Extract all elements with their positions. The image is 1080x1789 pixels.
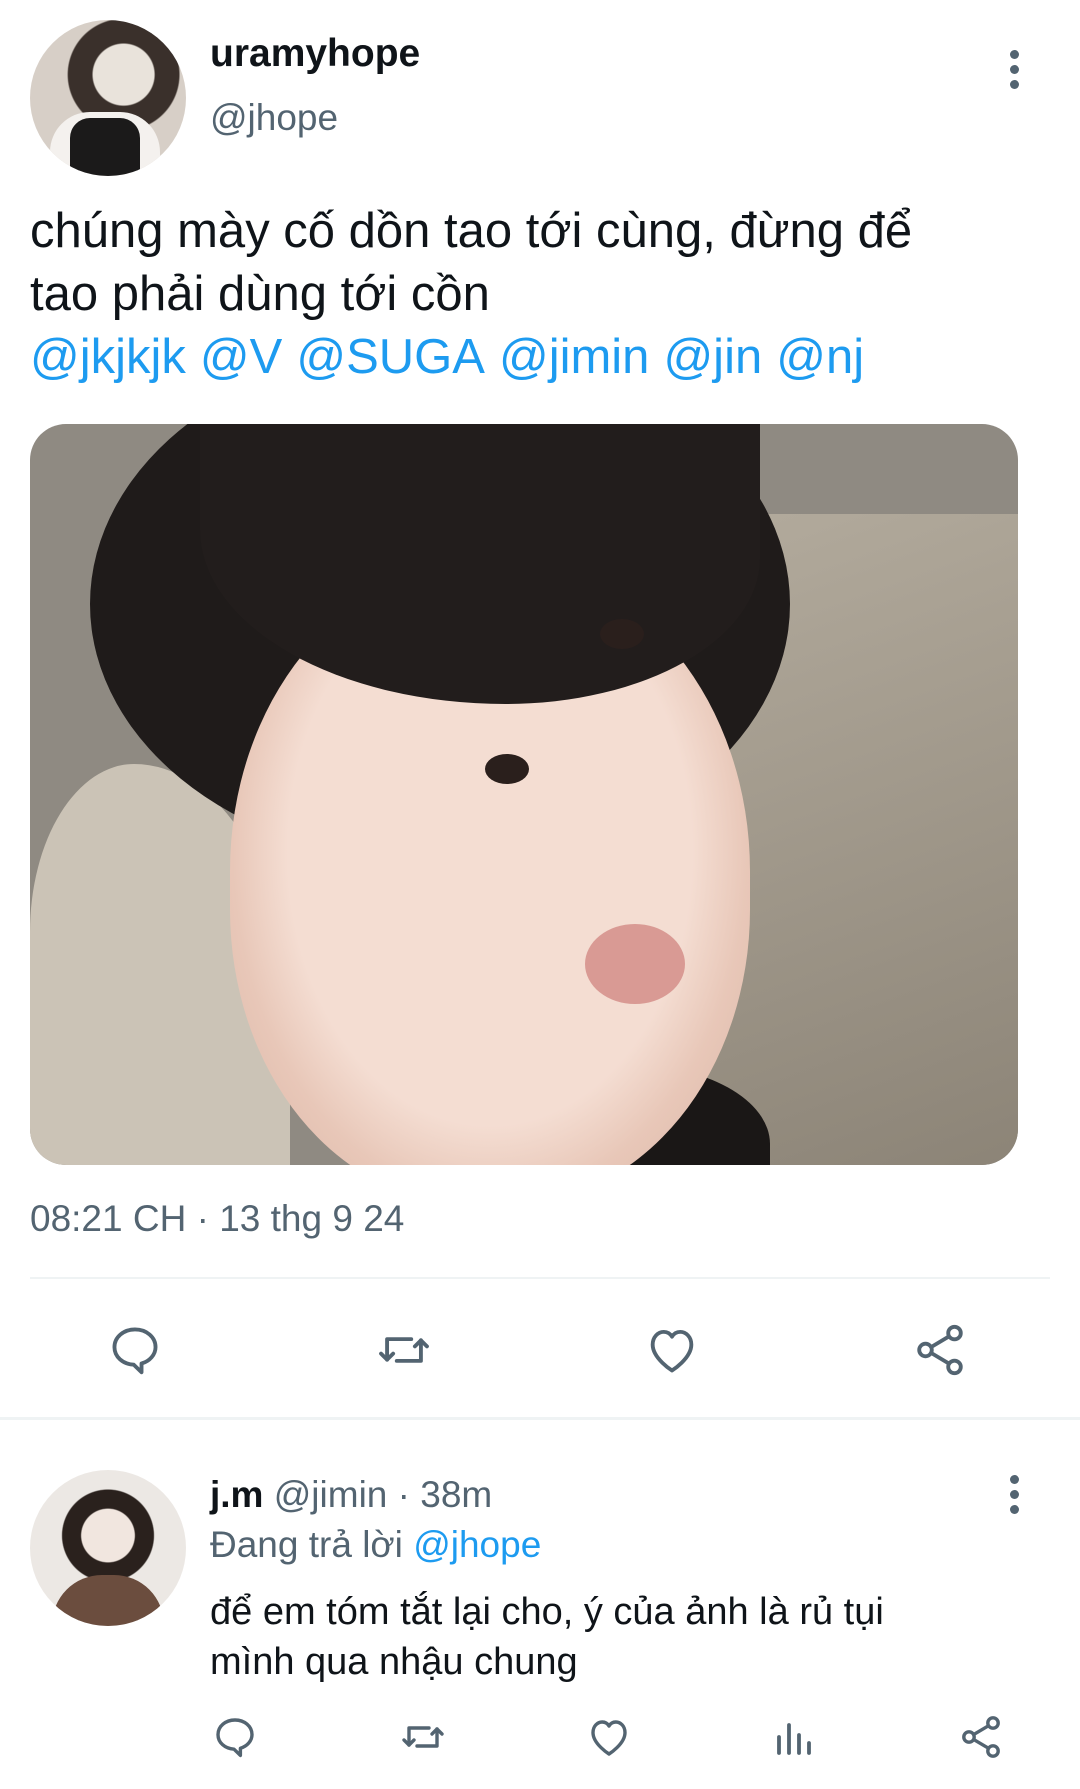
reply-avatar[interactable] [30,1470,186,1626]
mention-link[interactable]: @V [200,330,282,384]
tweet-text: chúng mày cố dồn tao tới cùng, đừng để t… [30,200,1040,389]
mention-link[interactable]: @jin [663,330,762,384]
mention-link[interactable]: @jimin [499,330,649,384]
share-icon[interactable] [956,1712,1006,1762]
views-icon[interactable] [770,1712,820,1762]
reply-handle[interactable]: @jimin [274,1474,388,1515]
reply-display-name[interactable]: j.m [210,1474,263,1515]
reply-header: j.m @jimin · 38m [210,1474,492,1516]
retweet-icon[interactable] [372,1320,436,1380]
reply-icon[interactable] [105,1320,165,1380]
like-icon[interactable] [584,1712,634,1762]
tweet-timestamp[interactable]: 08:21 CH · 13 thg 9 24 [30,1198,404,1240]
user-handle[interactable]: @jhope [210,97,338,139]
mention-link[interactable]: @SUGA [296,330,485,384]
mentions: @jkjkjk @V @SUGA @jimin @jin @nj [30,326,1040,389]
avatar[interactable] [30,20,186,176]
tweet-photo[interactable] [30,424,1018,1165]
mention-link[interactable]: @nj [776,330,864,384]
reply-more-options-icon[interactable] [1005,1475,1025,1515]
section-divider [0,1417,1080,1420]
reply-text-line: để em tóm tắt lại cho, ý của ảnh là rủ t… [210,1591,884,1633]
tweet-text-line: chúng mày cố dồn tao tới cùng, đừng để [30,204,913,258]
more-options-icon[interactable] [1005,50,1025,90]
tweet-text-line: tao phải dùng tới cồn [30,267,490,321]
reply-text: để em tóm tắt lại cho, ý của ảnh là rủ t… [210,1587,1030,1687]
reply-time: · 38m [397,1474,493,1515]
divider [30,1277,1050,1279]
reply-text-line: mình qua nhậu chung [210,1641,578,1683]
replying-label: Đang trả lời [210,1524,403,1565]
share-icon[interactable] [910,1320,970,1380]
retweet-icon[interactable] [396,1712,450,1762]
display-name[interactable]: uramyhope [210,32,420,76]
mention-link[interactable]: @jkjkjk [30,330,186,384]
replying-to-handle[interactable]: @jhope [413,1524,541,1565]
replying-to: Đang trả lời @jhope [210,1524,541,1566]
reply-icon[interactable] [210,1712,260,1762]
like-icon[interactable] [642,1320,702,1380]
